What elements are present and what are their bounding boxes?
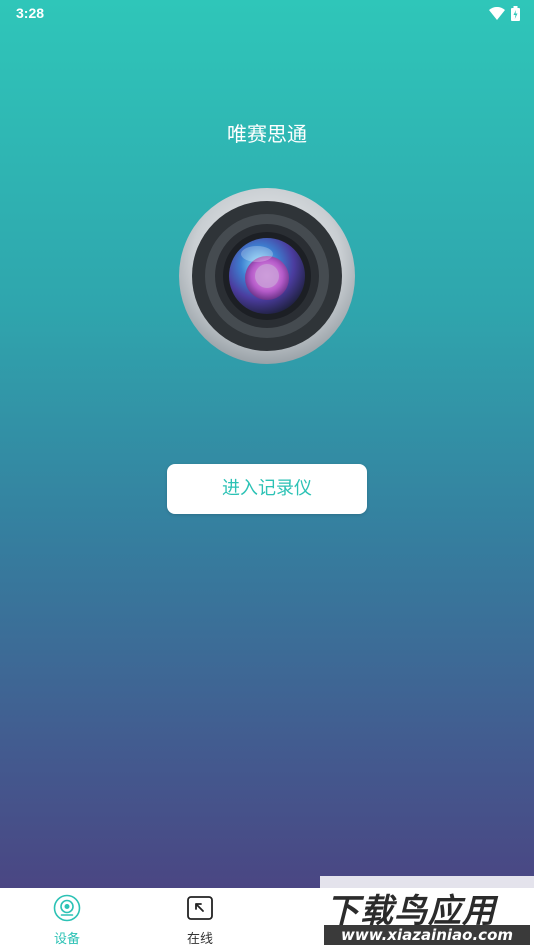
camera-device-icon xyxy=(53,894,81,922)
main-screen: 3:28 唯赛思通 进入记录仪 xyxy=(0,0,534,888)
status-bar: 3:28 xyxy=(0,0,534,28)
watermark-url: www.xiazainiao.com xyxy=(324,925,530,945)
watermark: 下载鸟应用 www.xiazainiao.com xyxy=(320,876,534,950)
status-icons xyxy=(489,6,520,21)
wifi-icon xyxy=(489,7,505,20)
nav-item-devices[interactable]: 设备 xyxy=(27,894,107,947)
enter-recorder-button[interactable]: 进入记录仪 xyxy=(167,464,367,514)
nav-item-online[interactable]: 在线 xyxy=(160,894,240,947)
status-time: 3:28 xyxy=(16,5,45,21)
nav-label-online: 在线 xyxy=(186,932,213,947)
camera-lens-icon xyxy=(179,188,355,364)
nav-label-devices: 设备 xyxy=(53,932,80,947)
arrow-up-left-box-icon xyxy=(187,896,213,920)
battery-icon xyxy=(511,6,520,21)
app-title: 唯赛思通 xyxy=(227,122,307,146)
